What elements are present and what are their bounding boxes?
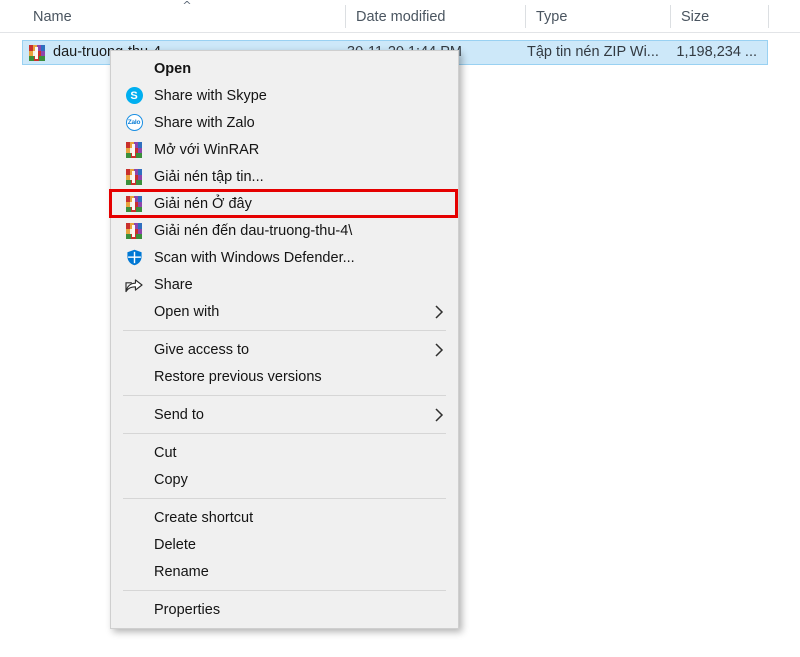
- menu-item-label: Delete: [154, 536, 196, 553]
- column-header-date-modified[interactable]: Date modified: [345, 0, 525, 33]
- menu-item-label: Share with Skype: [154, 87, 267, 104]
- no-icon: [125, 536, 143, 554]
- menu-item-label: Scan with Windows Defender...: [154, 249, 355, 266]
- share-icon: [125, 276, 143, 294]
- no-icon: [125, 444, 143, 462]
- file-explorer-list-view: ^ Name Date modified Type Size dau-truon…: [0, 0, 800, 657]
- menu-item-label: Rename: [154, 563, 209, 580]
- no-icon: [125, 509, 143, 527]
- column-header-name[interactable]: Name: [22, 0, 345, 33]
- menu-item-cut[interactable]: Cut: [111, 439, 458, 466]
- menu-item-share-with-zalo[interactable]: Zalo Share with Zalo: [111, 109, 458, 136]
- no-icon: [125, 471, 143, 489]
- menu-item-label: Copy: [154, 471, 188, 488]
- menu-item-label: Share with Zalo: [154, 114, 255, 131]
- no-icon: [125, 368, 143, 386]
- menu-item-send-to[interactable]: Send to: [111, 401, 458, 428]
- file-type-cell: Tập tin nén ZIP Wi...: [527, 44, 659, 60]
- no-icon: [125, 601, 143, 619]
- menu-item-label: Open: [154, 60, 192, 77]
- menu-item-label: Giải nén tập tin...: [154, 168, 264, 185]
- no-icon: [125, 406, 143, 424]
- column-header-type-label: Type: [536, 8, 568, 25]
- no-icon: [125, 341, 143, 359]
- column-header-size-label: Size: [681, 8, 710, 25]
- chevron-right-icon: [434, 342, 444, 357]
- menu-separator: [123, 330, 446, 331]
- winrar-icon: [125, 195, 143, 213]
- menu-item-label: Giải nén đến dau-truong-thu-4\: [154, 222, 353, 239]
- menu-item-label: Share: [154, 276, 193, 293]
- winrar-icon: [125, 222, 143, 240]
- column-header-date-modified-label: Date modified: [356, 8, 446, 25]
- menu-item-share-with-skype[interactable]: S Share with Skype: [111, 82, 458, 109]
- column-header-size[interactable]: Size: [670, 0, 768, 33]
- no-icon: [125, 60, 143, 78]
- menu-separator: [123, 498, 446, 499]
- menu-item-giải-nén-tập-tin[interactable]: Giải nén tập tin...: [111, 163, 458, 190]
- column-header-bar: ^ Name Date modified Type Size: [0, 0, 800, 33]
- menu-item-label: Giải nén Ở đây: [154, 195, 252, 212]
- chevron-right-icon: [434, 407, 444, 422]
- shield-icon: [125, 249, 143, 267]
- menu-item-copy[interactable]: Copy: [111, 466, 458, 493]
- menu-item-label: Create shortcut: [154, 509, 254, 526]
- menu-item-share[interactable]: Share: [111, 271, 458, 298]
- menu-item-delete[interactable]: Delete: [111, 531, 458, 558]
- menu-item-label: Send to: [154, 406, 204, 423]
- menu-item-rename[interactable]: Rename: [111, 558, 458, 585]
- menu-separator: [123, 395, 446, 396]
- menu-item-properties[interactable]: Properties: [111, 596, 458, 623]
- file-size-cell: 1,198,234 ...: [676, 44, 757, 60]
- chevron-right-icon: [434, 304, 444, 319]
- zalo-icon: Zalo: [125, 114, 143, 132]
- no-icon: [125, 303, 143, 321]
- column-divider-4[interactable]: [768, 5, 769, 28]
- skype-icon: S: [125, 87, 143, 105]
- menu-separator: [123, 433, 446, 434]
- menu-item-open[interactable]: Open: [111, 55, 458, 82]
- menu-item-label: Restore previous versions: [154, 368, 322, 385]
- menu-item-give-access-to[interactable]: Give access to: [111, 336, 458, 363]
- menu-item-label: Open with: [154, 303, 220, 320]
- menu-item-open-with[interactable]: Open with: [111, 298, 458, 325]
- menu-item-giải-nén-đến-dau-truong-thu-4[interactable]: Giải nén đến dau-truong-thu-4\: [111, 217, 458, 244]
- menu-item-label: Properties: [154, 601, 221, 618]
- menu-item-label: Cut: [154, 444, 177, 461]
- winrar-icon: [125, 168, 143, 186]
- winrar-icon: [125, 141, 143, 159]
- menu-separator: [123, 590, 446, 591]
- menu-item-mở-với-winrar[interactable]: Mở với WinRAR: [111, 136, 458, 163]
- menu-item-label: Mở với WinRAR: [154, 141, 260, 158]
- context-menu: Open S Share with Skype Zalo Share with Zalo…: [109, 50, 459, 629]
- menu-item-label: Give access to: [154, 341, 250, 358]
- no-icon: [125, 563, 143, 581]
- winrar-archive-icon: [29, 44, 45, 62]
- menu-item-create-shortcut[interactable]: Create shortcut: [111, 504, 458, 531]
- menu-item-giải-nén-ở-đây[interactable]: Giải nén Ở đây: [109, 189, 458, 218]
- column-header-name-label: Name: [33, 8, 72, 25]
- menu-item-scan-with-windows-defender[interactable]: Scan with Windows Defender...: [111, 244, 458, 271]
- column-header-type[interactable]: Type: [525, 0, 670, 33]
- menu-item-restore-previous-versions[interactable]: Restore previous versions: [111, 363, 458, 390]
